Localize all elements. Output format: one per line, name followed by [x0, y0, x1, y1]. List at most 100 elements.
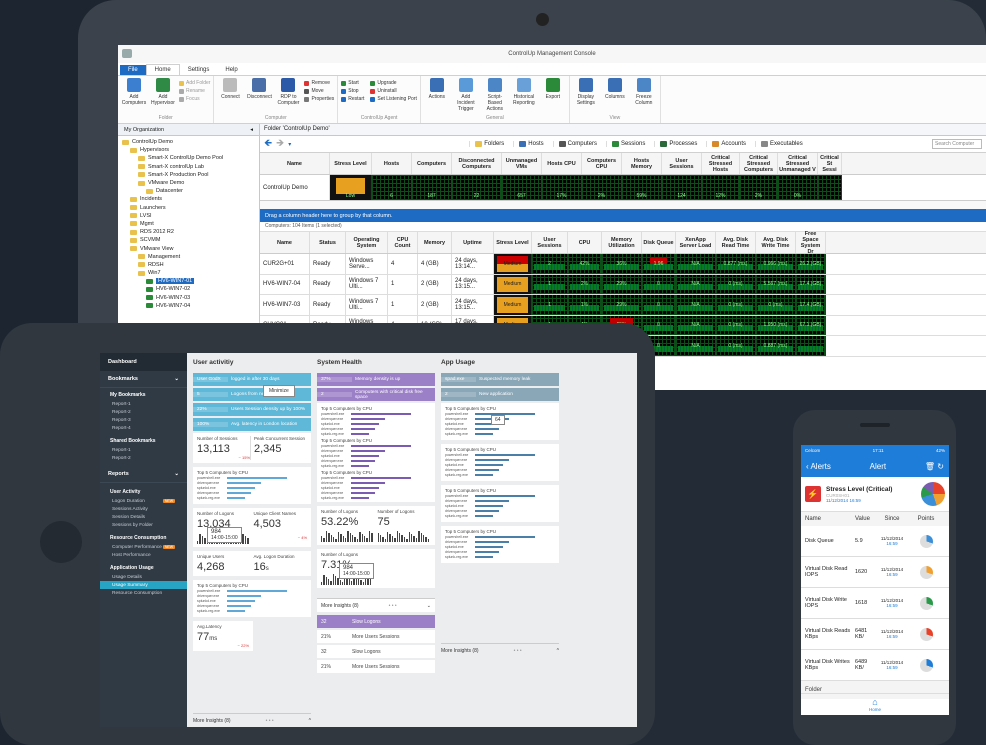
- sidebar-item[interactable]: Report-2: [100, 454, 187, 462]
- hosts-column-header[interactable]: Computers: [412, 153, 452, 174]
- computers-column-header[interactable]: Memory: [418, 232, 452, 253]
- alert-table-row[interactable]: Virtual Disk Read IOPS 1620 11/12/2014 16:5…: [801, 557, 949, 588]
- sidebar-bookmarks[interactable]: Bookmarks ⌄: [100, 371, 187, 388]
- tab-home[interactable]: ⌂ Home: [801, 693, 949, 715]
- forward-arrow-icon[interactable]: 🡺: [276, 136, 284, 153]
- alert-row[interactable]: 22% Users Session density up by 100%: [193, 403, 311, 416]
- sidebar-item[interactable]: Resource Consumption: [100, 589, 187, 597]
- tree-item[interactable]: HV6-WIN7-03: [118, 294, 259, 302]
- computers-column-header[interactable]: Avg. Disk Write Time: [756, 232, 796, 253]
- stop-button[interactable]: Stop: [341, 88, 364, 94]
- tree-item[interactable]: Win7: [118, 269, 259, 277]
- computers-column-header[interactable]: Disk Queue: [642, 232, 676, 253]
- table-row[interactable]: HV6-WIN7-03 Ready Windows 7 Ulti... 1 2 (GB)…: [260, 295, 986, 316]
- tree-item[interactable]: SCVMM: [118, 236, 259, 244]
- upgrade-button[interactable]: Upgrade: [370, 80, 416, 86]
- hosts-column-header[interactable]: Critical Stressed Computers: [740, 153, 778, 174]
- hosts-column-header[interactable]: Unmanaged VMs: [502, 153, 542, 174]
- tree-item[interactable]: VMware Demo: [118, 179, 259, 187]
- hosts-column-header[interactable]: User Sessions: [662, 153, 702, 174]
- connect-button[interactable]: Connect: [217, 78, 243, 115]
- tree-item[interactable]: Smart-X ControlUp Demo Pool: [118, 154, 259, 162]
- insight-row[interactable]: 21% More Users Sessions: [317, 660, 435, 673]
- computers-column-header[interactable]: Memory Utilization: [602, 232, 642, 253]
- quick-access-icon[interactable]: [122, 49, 132, 58]
- sidebar-item[interactable]: Session Details: [100, 513, 187, 521]
- tree-item[interactable]: HV6-WIN7-01: [118, 277, 259, 285]
- move-button[interactable]: Move: [304, 88, 334, 94]
- tree-item[interactable]: RDSH: [118, 261, 259, 269]
- hosts-column-header[interactable]: Critical St Sessi: [818, 153, 842, 174]
- computers-column-header[interactable]: Avg. Disk Read Time: [716, 232, 756, 253]
- trash-icon[interactable]: 🗑: [925, 462, 935, 471]
- rename-button[interactable]: Rename: [179, 88, 210, 94]
- sidebar-reports[interactable]: Reports ⌄: [100, 466, 187, 483]
- sidebar-item[interactable]: Report-3: [100, 416, 187, 424]
- back-button[interactable]: ‹ Alerts: [806, 462, 831, 471]
- tree-item[interactable]: Launchers: [118, 204, 259, 212]
- disconnect-button[interactable]: Disconnect: [246, 78, 272, 115]
- sidebar-item[interactable]: Usage Details: [100, 573, 187, 581]
- table-row[interactable]: CUR2G+01 Ready Windows Serve... 4 4 (GB) 24 d…: [260, 254, 986, 275]
- alert-row[interactable]: 2 Computers with critical disk free space: [317, 388, 435, 401]
- hosts-column-header[interactable]: Name: [260, 153, 330, 174]
- sidebar-item[interactable]: Sessions by Folder: [100, 521, 187, 529]
- columns-button[interactable]: Columns: [602, 78, 628, 115]
- properties-button[interactable]: Properties: [304, 96, 334, 102]
- tree-item[interactable]: HV6-WIN7-02: [118, 285, 259, 293]
- alert-row[interactable]: spad.exe Suspected memory leak: [441, 373, 559, 386]
- hosts-column-header[interactable]: Critical Stressed Hosts: [702, 153, 740, 174]
- sidebar-item[interactable]: Computer Performance NEW: [100, 543, 187, 551]
- computers-column-header[interactable]: Name: [260, 232, 310, 253]
- add-folder-button[interactable]: Add Folder: [179, 80, 210, 86]
- view-hosts-button[interactable]: Hosts: [513, 141, 548, 147]
- tree-item[interactable]: RDS 2012 R2: [118, 228, 259, 236]
- tree-item[interactable]: ControlUp Demo: [118, 138, 259, 146]
- uninstall-button[interactable]: Uninstall: [370, 88, 416, 94]
- computers-column-header[interactable]: XenApp Server Load: [676, 232, 716, 253]
- export-button[interactable]: Export: [540, 78, 566, 115]
- start-button[interactable]: Start: [341, 80, 364, 86]
- insight-row[interactable]: 32 Slow Logons: [317, 645, 435, 658]
- sidebar-item[interactable]: Host Performance: [100, 551, 187, 559]
- tree-item[interactable]: Mgmt: [118, 220, 259, 228]
- freeze-column-button[interactable]: Freeze Column: [631, 78, 657, 115]
- view-executables-button[interactable]: Executables: [755, 141, 808, 147]
- computers-column-header[interactable]: User Sessions: [532, 232, 568, 253]
- history-icon[interactable]: ↻: [937, 462, 944, 471]
- script-actions-button[interactable]: Script-Based Actions: [482, 78, 508, 115]
- sidebar-dashboard[interactable]: Dashboard: [100, 353, 187, 371]
- display-settings-button[interactable]: Display Settings: [573, 78, 599, 115]
- hosts-column-header[interactable]: Critical Stressed Unmanaged V: [778, 153, 818, 174]
- more-insights-system[interactable]: More Insights (8) • • • ⌄: [317, 598, 435, 612]
- more-insights-app[interactable]: More Insights (8) • • • ^: [441, 643, 559, 657]
- computers-column-header[interactable]: CPU Count: [388, 232, 418, 253]
- tree-item[interactable]: Incidents: [118, 195, 259, 203]
- table-row[interactable]: HV6-WIN7-04 Ready Windows 7 Ulti... 1 2 (GB)…: [260, 274, 986, 295]
- tree-item[interactable]: LVSI: [118, 212, 259, 220]
- sidebar-item[interactable]: Logon Duration NEW: [100, 497, 187, 505]
- alert-row[interactable]: 2 New application: [441, 388, 559, 401]
- hosts-column-header[interactable]: Hosts CPU: [542, 153, 582, 174]
- search-input[interactable]: Search Computer: [932, 139, 982, 149]
- dropdown-arrow-icon[interactable]: ▾: [288, 141, 291, 148]
- rdp-button[interactable]: RDP to Computer: [275, 78, 301, 115]
- alert-table-row[interactable]: Disk Queue 5.9 11/12/2014 16:59: [801, 526, 949, 557]
- insight-row[interactable]: 32 Slow Logons: [317, 615, 435, 628]
- hosts-column-header[interactable]: Stress Level: [330, 153, 372, 174]
- hosts-column-header[interactable]: Hosts: [372, 153, 412, 174]
- computers-column-header[interactable]: Status: [310, 232, 346, 253]
- tree-item[interactable]: Management: [118, 253, 259, 261]
- computers-column-header[interactable]: CPU: [568, 232, 602, 253]
- more-insights-user[interactable]: More Insights (8) • • • ^: [193, 713, 311, 727]
- alert-table-row[interactable]: Virtual Disk Reads KBps 6481 KB/11/12/201…: [801, 619, 949, 650]
- group-by-bar[interactable]: Drag a column header here to group by th…: [260, 209, 986, 222]
- hosts-table-row[interactable]: ControlUp Demo Low 6 187 22 657 17% 2% 59% 124 12%…: [260, 175, 986, 201]
- sidebar-item[interactable]: Report-4: [100, 424, 187, 432]
- tree-item[interactable]: Datacenter: [118, 187, 259, 195]
- hosts-column-header[interactable]: Computers CPU: [582, 153, 622, 174]
- tab-settings[interactable]: Settings: [180, 65, 218, 75]
- alert-table-row[interactable]: Virtual Disk Write IOPS 1618 11/12/2014 16:…: [801, 588, 949, 619]
- tree-item[interactable]: VMware View: [118, 244, 259, 252]
- add-computers-button[interactable]: Add Computers: [121, 78, 147, 115]
